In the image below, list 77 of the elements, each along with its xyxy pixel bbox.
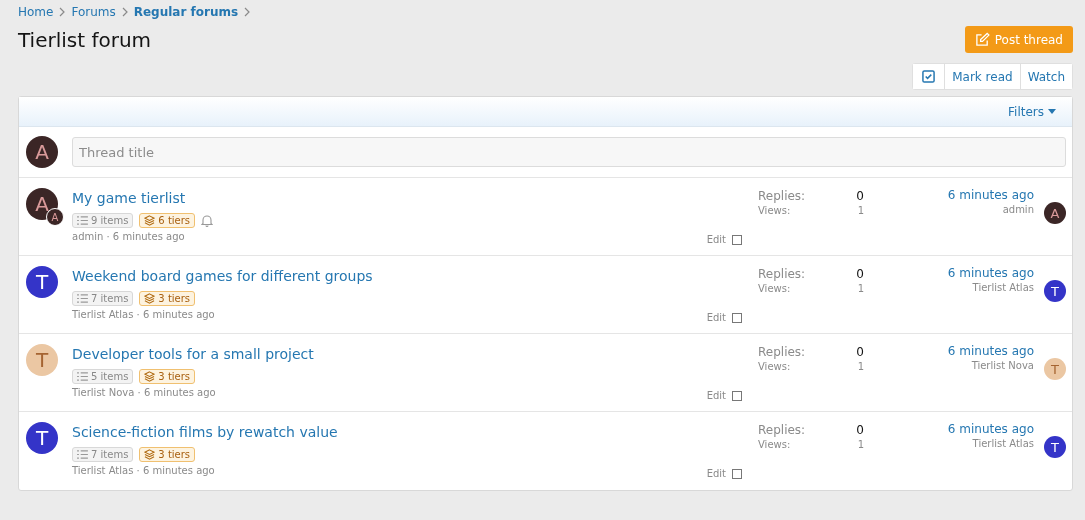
replies-label: Replies: [758, 189, 806, 203]
replies-count: 0 [856, 189, 864, 203]
breadcrumb-link[interactable]: Regular forums [133, 5, 239, 19]
chevron-icon [121, 7, 128, 17]
views-label: Views: [758, 283, 791, 294]
views-count: 1 [857, 361, 864, 372]
list-icon [77, 294, 88, 303]
views-label: Views: [758, 205, 791, 216]
avatar: A [1044, 202, 1066, 224]
last-post-time[interactable]: 6 minutes ago [947, 422, 1034, 436]
views-label: Views: [758, 439, 791, 450]
avatar: T [1044, 358, 1066, 380]
replies-count: 0 [856, 267, 864, 281]
edit-label[interactable]: Edit [706, 390, 726, 401]
edit-label[interactable]: Edit [706, 234, 726, 245]
replies-label: Replies: [758, 345, 806, 359]
select-checkbox[interactable] [732, 234, 742, 245]
items-tag: 7 items [72, 447, 134, 462]
thread-title-field[interactable]: Thread title [72, 137, 1066, 167]
layers-icon [144, 293, 156, 304]
last-post-time[interactable]: 6 minutes ago [947, 266, 1034, 280]
filters-button[interactable]: Filters [1002, 103, 1062, 120]
items-tag: 7 items [72, 291, 134, 306]
thread-title-link[interactable]: My game tierlist [72, 188, 707, 208]
chevron-icon [59, 7, 66, 17]
last-post-time[interactable]: 6 minutes ago [947, 188, 1034, 202]
thread-meta: Tierlist Atlas · 6 minutes ago [72, 309, 215, 320]
chevron-icon [244, 7, 251, 17]
select-checkbox[interactable] [732, 312, 742, 323]
avatar: T [26, 266, 58, 298]
replies-count: 0 [856, 423, 864, 437]
action-button[interactable]: Watch [1019, 64, 1072, 89]
replies-label: Replies: [758, 423, 806, 437]
select-checkbox[interactable] [732, 390, 742, 401]
avatar: T [26, 422, 58, 454]
last-poster: Tierlist Atlas [972, 282, 1034, 293]
thread-meta: Tierlist Atlas · 6 minutes ago [72, 465, 215, 476]
views-label: Views: [758, 361, 791, 372]
list-icon [77, 216, 88, 225]
last-poster: Tierlist Atlas [972, 438, 1034, 449]
last-post-time[interactable]: 6 minutes ago [947, 344, 1034, 358]
views-count: 1 [857, 283, 864, 294]
checkbox-icon [922, 70, 936, 83]
layers-icon [144, 215, 156, 226]
thread-title-link[interactable]: Weekend board games for different groups [72, 266, 707, 286]
list-icon [77, 450, 88, 459]
caret-icon [1048, 109, 1056, 114]
views-count: 1 [857, 439, 864, 450]
tiers-tag: 3 tiers [139, 369, 196, 384]
tiers-tag: 6 tiers [139, 213, 196, 228]
replies-count: 0 [856, 345, 864, 359]
avatar: T [26, 344, 58, 376]
breadcrumb-link[interactable]: Home [18, 5, 54, 19]
edit-label[interactable]: Edit [706, 468, 726, 479]
thread-title-link[interactable]: Developer tools for a small project [72, 344, 707, 364]
tiers-tag: 3 tiers [139, 447, 196, 462]
avatar: T [1044, 280, 1066, 302]
thread-title-link[interactable]: Science-fiction films by rewatch value [72, 422, 707, 442]
layers-icon [144, 449, 156, 460]
avatar: A [26, 136, 58, 168]
avatar: T [1044, 436, 1066, 458]
replies-label: Replies: [758, 267, 806, 281]
views-count: 1 [857, 205, 864, 216]
list-icon [77, 372, 88, 381]
thread-meta: admin · 6 minutes ago [72, 231, 185, 242]
items-tag: 5 items [72, 369, 134, 384]
edit-icon [974, 32, 990, 47]
layers-icon [144, 371, 156, 382]
last-poster: admin [1002, 204, 1034, 215]
thread-meta: Tierlist Nova · 6 minutes ago [72, 387, 216, 398]
items-tag: 9 items [72, 213, 134, 228]
select-checkbox[interactable] [732, 468, 742, 479]
last-poster: Tierlist Nova [971, 360, 1034, 371]
tiers-tag: 3 tiers [139, 291, 196, 306]
page-title: Tierlist forum [18, 27, 152, 52]
breadcrumb-link[interactable]: Forums [71, 5, 116, 19]
edit-label[interactable]: Edit [706, 312, 726, 323]
